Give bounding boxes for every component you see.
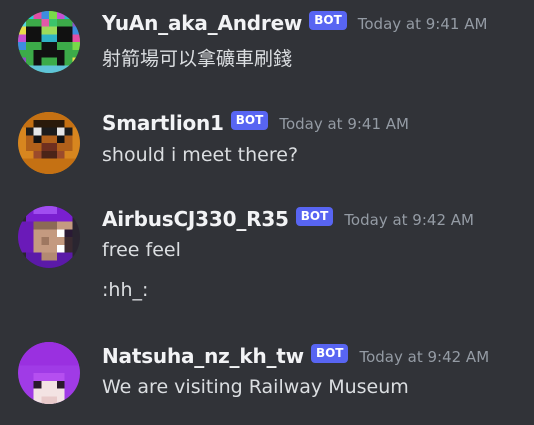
username[interactable]: YuAn_aka_Andrew (102, 11, 302, 35)
message-item: Natsuha_nz_kh_tw BOT Today at 9:42 AM We… (0, 341, 534, 413)
timestamp[interactable]: Today at 9:41 AM (279, 115, 409, 133)
timestamp[interactable]: Today at 9:41 AM (358, 15, 488, 33)
avatar[interactable] (18, 342, 80, 404)
message-header: Smartlion1 BOT Today at 9:41 AM (102, 108, 409, 138)
message-text: We are visiting Railway Museum (102, 376, 409, 398)
avatar[interactable] (18, 112, 80, 174)
purple-avatar-icon (18, 342, 80, 404)
chat-messages: YuAn_aka_Andrew BOT Today at 9:41 AM 射箭場… (0, 0, 534, 425)
username[interactable]: AirbusCJ330_R35 (102, 207, 289, 231)
avatar[interactable] (18, 206, 80, 268)
message-text: free feel (102, 239, 181, 261)
message-text: should i meet there? (102, 144, 299, 166)
message-item: Smartlion1 BOT Today at 9:41 AM should i… (0, 108, 534, 180)
message-header: AirbusCJ330_R35 BOT Today at 9:42 AM (102, 204, 474, 234)
timestamp[interactable]: Today at 9:42 AM (359, 348, 489, 366)
bot-badge: BOT (309, 10, 347, 30)
username[interactable]: Natsuha_nz_kh_tw (102, 344, 304, 368)
message-header: YuAn_aka_Andrew BOT Today at 9:41 AM (102, 8, 487, 38)
bot-badge: BOT (310, 343, 349, 363)
message-item: AirbusCJ330_R35 BOT Today at 9:42 AM fre… (0, 204, 534, 304)
purple-hair-avatar-icon (18, 206, 80, 268)
message-item: YuAn_aka_Andrew BOT Today at 9:41 AM 射箭場… (0, 8, 534, 80)
lion-avatar-icon (18, 112, 80, 174)
message-text: :hh_: (102, 279, 149, 301)
avatar[interactable] (18, 11, 80, 73)
bot-badge: BOT (230, 110, 269, 130)
creeper-avatar-icon (18, 11, 80, 73)
bot-badge: BOT (295, 206, 334, 226)
message-text: 射箭場可以拿礦車刷錢 (102, 48, 293, 70)
message-header: Natsuha_nz_kh_tw BOT Today at 9:42 AM (102, 341, 489, 371)
username[interactable]: Smartlion1 (102, 111, 224, 135)
timestamp[interactable]: Today at 9:42 AM (344, 211, 474, 229)
